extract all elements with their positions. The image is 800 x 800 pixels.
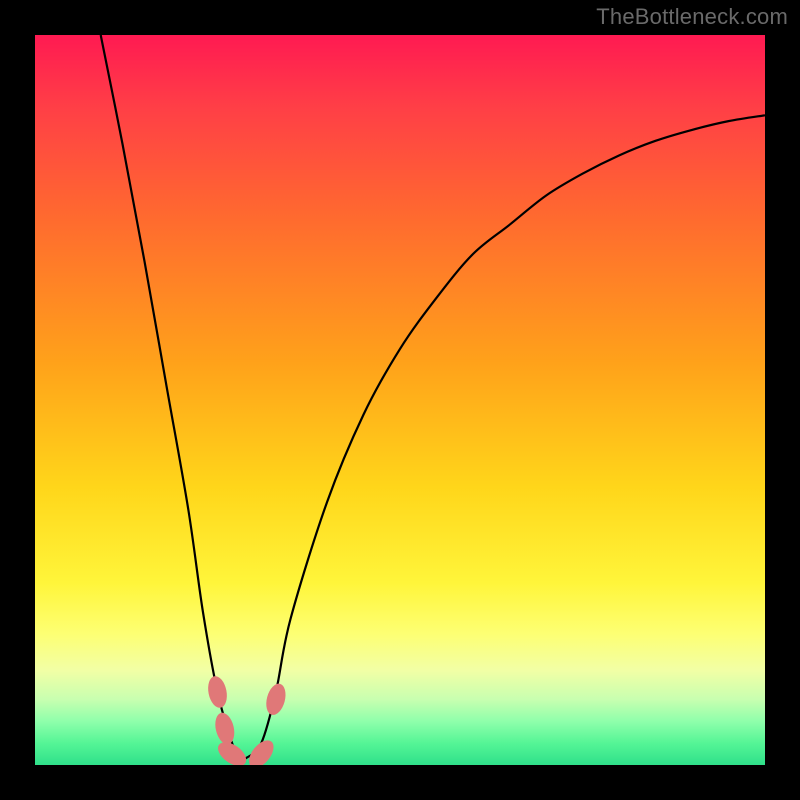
chart-svg [35, 35, 765, 765]
marker-group [206, 675, 289, 765]
curve-marker [206, 675, 230, 710]
curve-marker [263, 682, 289, 718]
bottleneck-curve-path [101, 35, 765, 760]
curve-marker [212, 711, 237, 746]
chart-plot-area [35, 35, 765, 765]
watermark-label: TheBottleneck.com [596, 4, 788, 30]
